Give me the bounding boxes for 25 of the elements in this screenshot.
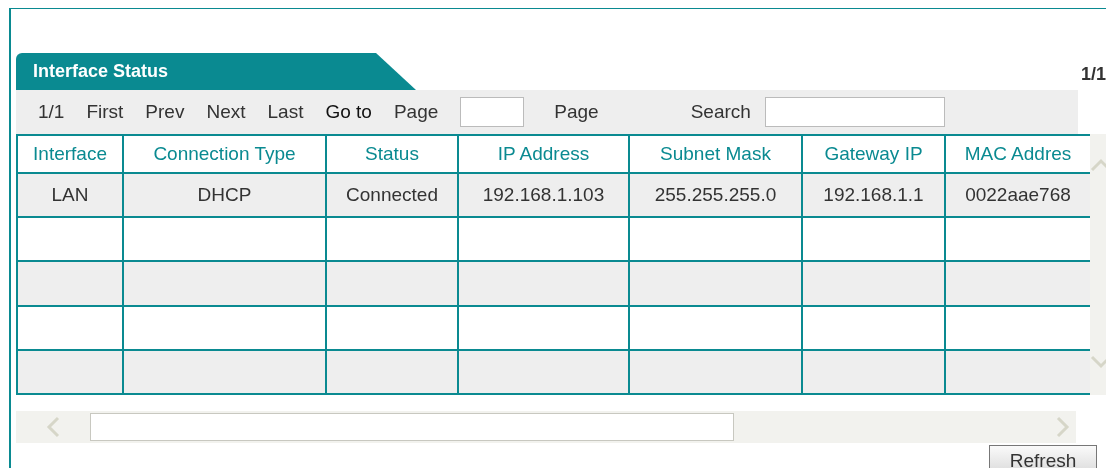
page-label: Page xyxy=(554,101,599,123)
pager-link[interactable]: Last xyxy=(267,101,304,123)
pager-link[interactable]: First xyxy=(86,101,124,123)
table-cell: 0022aae768 xyxy=(945,173,1090,218)
table-cell: LAN xyxy=(17,173,123,218)
refresh-button[interactable]: Refresh xyxy=(989,445,1097,468)
page-indicator: 1/1 xyxy=(1080,64,1106,85)
column-header[interactable]: Status xyxy=(326,135,458,173)
pager-link[interactable]: Next xyxy=(206,101,246,123)
table-cell: 192.168.1.103 xyxy=(458,173,629,218)
pager-link[interactable]: Prev xyxy=(145,101,185,123)
column-header[interactable]: MAC Addres xyxy=(945,135,1090,173)
column-header[interactable]: Subnet Mask xyxy=(629,135,802,173)
table-cell: 255.255.255.0 xyxy=(629,173,802,218)
goto-label: Go to xyxy=(325,101,372,123)
table-cell: DHCP xyxy=(123,173,326,218)
column-header[interactable]: Gateway IP xyxy=(802,135,945,173)
table-cell: 192.168.1.1 xyxy=(802,173,945,218)
search-label: Search xyxy=(690,101,751,123)
column-header[interactable]: Interface xyxy=(17,135,123,173)
page-count: 1/1 xyxy=(38,101,65,123)
table-cell: Connected xyxy=(326,173,458,218)
column-header[interactable]: IP Address xyxy=(458,135,629,173)
column-header[interactable]: Connection Type xyxy=(123,135,326,173)
page-label: Page xyxy=(393,101,439,123)
